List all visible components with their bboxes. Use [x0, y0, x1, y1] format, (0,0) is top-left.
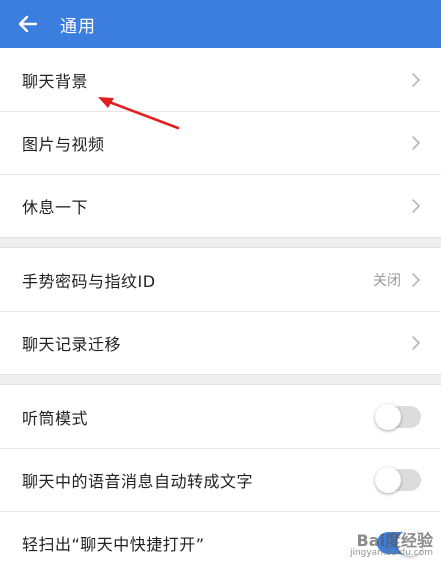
watermark-url: jingyan.baidu.com	[349, 548, 433, 558]
settings-row[interactable]: 听筒模式	[0, 385, 441, 448]
page-title: 通用	[60, 16, 96, 37]
settings-row-label: 聊天中的语音消息自动转成文字	[22, 471, 254, 491]
back-button[interactable]	[0, 0, 56, 48]
section-divider	[0, 237, 441, 248]
settings-screen: 通用 聊天背景图片与视频休息一下手势密码与指纹ID 关闭聊天记录迁移 听筒模式聊天中…	[0, 0, 441, 566]
chevron-right-icon	[411, 135, 421, 151]
section-divider	[0, 374, 441, 385]
settings-row-label: 听筒模式	[22, 408, 89, 428]
settings-row-label: 休息一下	[22, 197, 89, 217]
settings-row[interactable]: 手势密码与指纹ID 关闭	[0, 248, 441, 311]
settings-row[interactable]: 聊天中的语音消息自动转成文字	[0, 448, 441, 511]
settings-row-label: 图片与视频	[22, 134, 105, 154]
chevron-right-icon	[411, 198, 421, 214]
arrow-left-icon	[18, 15, 38, 33]
toggle-switch[interactable]	[375, 466, 421, 493]
chevron-right-icon	[411, 72, 421, 88]
settings-row-label: 轻扫出“聊天中快捷打开”	[22, 534, 205, 554]
toggle-switch[interactable]	[375, 403, 421, 430]
settings-row-label: 手势密码与指纹ID	[22, 271, 156, 291]
settings-row[interactable]: 聊天记录迁移	[0, 311, 441, 374]
settings-row[interactable]: 聊天背景	[0, 48, 441, 111]
chevron-right-icon	[411, 335, 421, 351]
settings-row-label: 聊天背景	[22, 71, 89, 91]
watermark-logo: Bai度经验	[356, 531, 433, 550]
settings-row[interactable]: 休息一下	[0, 174, 441, 237]
chevron-right-icon	[411, 272, 421, 288]
settings-row-label: 聊天记录迁移	[22, 334, 122, 354]
settings-row[interactable]: 图片与视频	[0, 111, 441, 174]
top-bar: 通用	[0, 0, 441, 48]
settings-row-value: 关闭	[373, 272, 401, 289]
toggle-knob	[375, 466, 401, 493]
watermark: Bai度经验 jingyan.baidu.com	[349, 531, 433, 560]
toggle-knob	[375, 403, 401, 430]
settings-list: 聊天背景图片与视频休息一下手势密码与指纹ID 关闭聊天记录迁移 听筒模式聊天中的语音…	[0, 48, 441, 566]
